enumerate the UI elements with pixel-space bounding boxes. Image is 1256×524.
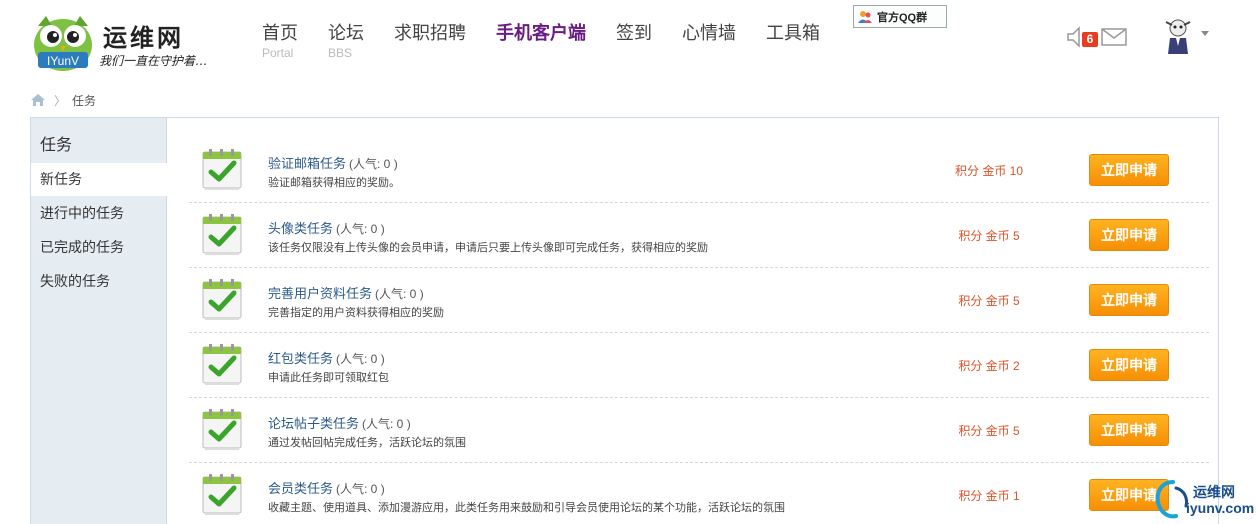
checklist-icon	[199, 341, 245, 387]
task-description: 该任务仅限没有上传头像的会员申请，申请后只要上传头像即可完成任务，获得相应的奖励	[268, 242, 708, 254]
nav-item-mobile-client[interactable]: 手机客户端	[496, 22, 586, 62]
nav-item-portal[interactable]: 首页 Portal	[262, 22, 298, 62]
task-row: 红包类任务 (人气: 0 ) 申请此任务即可领取红包 积分 金币 2 立即申请	[189, 333, 1209, 398]
task-list: 验证邮箱任务 (人气: 0 ) 验证邮箱获得相应的奖励。 积分 金币 10 立即申…	[189, 138, 1209, 524]
apply-button[interactable]: 立即申请	[1089, 349, 1169, 381]
nav-label: 求职招聘	[394, 23, 466, 43]
nav-sublabel: Portal	[262, 46, 294, 60]
qq-group-button[interactable]: 官方QQ群	[853, 5, 947, 28]
logo-text: IYunV	[47, 54, 79, 68]
nav-sublabel	[496, 44, 586, 62]
task-panel: 任务 新任务 进行中的任务 已完成的任务 失败的任务 验证邮箱任务 (人气: 0 …	[30, 117, 1219, 524]
notice-count-badge: 6	[1082, 32, 1098, 47]
task-row: 会员类任务 (人气: 0 ) 收藏主题、使用道具、添加漫游应用，此类任务用来鼓励和…	[189, 463, 1209, 524]
apply-button[interactable]: 立即申请	[1089, 414, 1169, 446]
task-name: 红包类任务	[268, 351, 334, 366]
nav-label: 手机客户端	[496, 23, 586, 43]
watermark-url: iyunv.com	[1186, 500, 1255, 516]
task-popularity: (人气: 0 )	[336, 222, 385, 236]
watermark: 运维网 iyunv.com	[1154, 478, 1254, 522]
nav-sublabel	[616, 44, 652, 62]
task-name-link[interactable]: 论坛帖子类任务 (人气: 0 )	[268, 413, 411, 432]
sidebar-item-new-tasks[interactable]: 新任务	[31, 163, 168, 196]
nav-item-toolbox[interactable]: 工具箱	[766, 22, 820, 62]
task-name-link[interactable]: 会员类任务 (人气: 0 )	[268, 478, 385, 497]
task-name-link[interactable]: 红包类任务 (人气: 0 )	[268, 348, 385, 367]
task-reward: 积分 金币 2	[958, 359, 1020, 373]
sidebar-item-completed[interactable]: 已完成的任务	[31, 231, 167, 264]
nav-sublabel	[682, 44, 736, 62]
checklist-icon	[199, 471, 245, 517]
owl-logo[interactable]: IYunV	[32, 14, 94, 72]
task-popularity: (人气: 0 )	[336, 352, 385, 366]
task-name: 论坛帖子类任务	[268, 416, 360, 431]
avatar[interactable]	[1160, 16, 1196, 54]
apply-button[interactable]: 立即申请	[1089, 154, 1169, 186]
task-description: 申请此任务即可领取红包	[268, 372, 389, 384]
task-name-link[interactable]: 验证邮箱任务 (人气: 0 )	[268, 153, 398, 172]
task-name-link[interactable]: 头像类任务 (人气: 0 )	[268, 218, 385, 237]
apply-button[interactable]: 立即申请	[1089, 284, 1169, 316]
qq-group-label: 官方QQ群	[877, 11, 928, 24]
nav-label: 工具箱	[766, 23, 820, 43]
task-popularity: (人气: 0 )	[375, 287, 424, 301]
site-slogan: 我们一直在守护着…	[99, 54, 208, 68]
nav-item-bbs[interactable]: 论坛 BBS	[328, 22, 364, 62]
checklist-icon	[199, 406, 245, 452]
nav-sublabel	[766, 44, 820, 62]
main-nav: 首页 Portal 论坛 BBS 求职招聘 手机客户端 签到 心情墙 工具箱	[262, 22, 850, 62]
mail-icon[interactable]	[1100, 27, 1128, 47]
people-icon	[858, 10, 872, 23]
chevron-right-icon: 〉	[54, 93, 67, 108]
site-name: 运维网	[103, 23, 184, 52]
task-reward: 积分 金币 5	[958, 229, 1020, 243]
task-reward: 积分 金币 5	[958, 294, 1020, 308]
task-description: 完善指定的用户资料获得相应的奖励	[268, 307, 444, 319]
nav-item-mood-wall[interactable]: 心情墙	[682, 22, 736, 62]
site-header: IYunV 运维网 我们一直在守护着… 首页 Portal 论坛 BBS 求职招…	[0, 0, 1256, 82]
sidebar: 任务 新任务 进行中的任务 已完成的任务 失败的任务	[31, 118, 168, 524]
task-popularity: (人气: 0 )	[336, 482, 385, 496]
task-description: 通过发帖回帖完成任务，活跃论坛的氛围	[268, 437, 466, 449]
task-description: 收藏主题、使用道具、添加漫游应用，此类任务用来鼓励和引导会员使用论坛的某个功能，…	[268, 502, 785, 514]
nav-label: 首页	[262, 23, 298, 43]
nav-item-signin[interactable]: 签到	[616, 22, 652, 62]
breadcrumb: 〉 任务	[30, 92, 96, 108]
task-reward: 积分 金币 1	[958, 489, 1020, 503]
home-icon[interactable]	[30, 93, 46, 107]
task-row: 完善用户资料任务 (人气: 0 ) 完善指定的用户资料获得相应的奖励 积分 金币 …	[189, 268, 1209, 333]
watermark-title: 运维网	[1193, 484, 1235, 500]
task-popularity: (人气: 0 )	[362, 417, 411, 431]
sidebar-item-in-progress[interactable]: 进行中的任务	[31, 197, 167, 230]
task-name: 头像类任务	[268, 221, 334, 236]
nav-label: 心情墙	[682, 23, 736, 43]
task-row: 验证邮箱任务 (人气: 0 ) 验证邮箱获得相应的奖励。 积分 金币 10 立即申…	[189, 138, 1209, 203]
task-row: 论坛帖子类任务 (人气: 0 ) 通过发帖回帖完成任务，活跃论坛的氛围 积分 金币…	[189, 398, 1209, 463]
task-row: 头像类任务 (人气: 0 ) 该任务仅限没有上传头像的会员申请，申请后只要上传头像…	[189, 203, 1209, 268]
nav-sublabel	[394, 44, 466, 62]
task-reward: 积分 金币 10	[954, 164, 1024, 178]
nav-sublabel: BBS	[328, 46, 353, 60]
breadcrumb-current: 任务	[72, 93, 97, 108]
sidebar-title: 任务	[40, 137, 73, 154]
task-name-link[interactable]: 完善用户资料任务 (人气: 0 )	[268, 283, 424, 302]
chevron-down-icon[interactable]	[1201, 31, 1209, 36]
task-name: 会员类任务	[268, 481, 334, 496]
nav-label: 论坛	[328, 23, 364, 43]
task-popularity: (人气: 0 )	[349, 157, 398, 171]
sidebar-item-failed[interactable]: 失败的任务	[31, 265, 167, 298]
task-reward: 积分 金币 5	[958, 424, 1020, 438]
task-name: 完善用户资料任务	[268, 286, 373, 301]
task-description: 验证邮箱获得相应的奖励。	[268, 177, 400, 189]
checklist-icon	[199, 211, 245, 257]
checklist-icon	[199, 146, 245, 192]
apply-button[interactable]: 立即申请	[1089, 219, 1169, 251]
nav-item-jobs[interactable]: 求职招聘	[394, 22, 466, 62]
nav-label: 签到	[616, 23, 652, 43]
checklist-icon	[199, 276, 245, 322]
task-name: 验证邮箱任务	[268, 156, 347, 171]
